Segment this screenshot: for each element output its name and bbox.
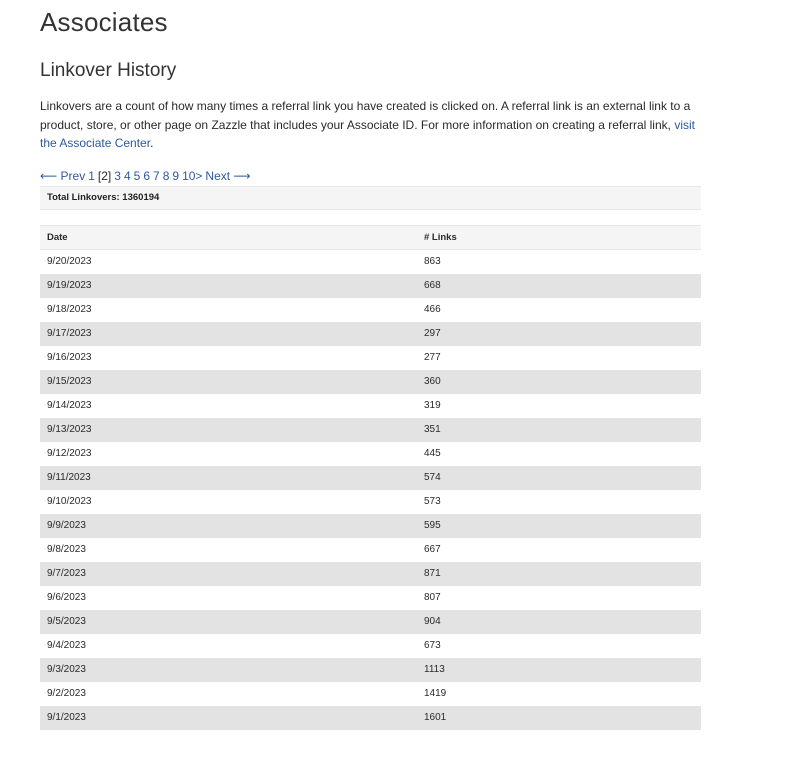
date-cell: 9/14/2023: [47, 400, 92, 411]
table-row: 9/2/2023 1419: [40, 682, 701, 706]
date-cell: 9/13/2023: [40, 417, 417, 442]
page-link-4[interactable]: 4: [124, 169, 131, 183]
links-cell: 297: [417, 321, 701, 346]
page-link-6[interactable]: 6: [143, 169, 150, 183]
table-row: 9/11/2023 574: [40, 465, 701, 490]
date-column-header: Date: [40, 225, 417, 250]
links-cell: 1113: [417, 657, 701, 682]
page-link-3[interactable]: 3: [114, 169, 121, 183]
links-cell: 667: [424, 544, 441, 555]
table-row: 9/19/2023 668: [40, 273, 701, 298]
table-row: 9/14/2023 319: [40, 394, 701, 418]
intro-text: Linkovers are a count of how many times …: [40, 97, 705, 153]
total-linkovers-box: Total Linkovers: 1360194: [40, 186, 701, 210]
links-column-header: # Links: [417, 225, 701, 250]
date-cell: 9/11/2023: [40, 465, 417, 490]
links-cell: 277: [424, 352, 441, 363]
section-title: Linkover History: [40, 60, 177, 81]
date-cell: 9/9/2023: [40, 513, 417, 538]
date-cell: 9/3/2023: [40, 657, 417, 682]
pagination: ⟵ Prev 1 [2] 3 4 5 6 7 8 9 10> Next ⟶: [40, 168, 254, 184]
date-cell: 9/17/2023: [40, 321, 417, 346]
page-link-7[interactable]: 7: [153, 169, 160, 183]
date-cell: 9/8/2023: [47, 544, 86, 555]
links-cell: 904: [417, 609, 701, 634]
date-cell: 9/5/2023: [40, 609, 417, 634]
date-cell: 9/16/2023: [47, 352, 92, 363]
date-cell: 9/15/2023: [40, 369, 417, 394]
date-cell: 9/10/2023: [47, 496, 92, 507]
page-title: Associates: [40, 7, 168, 37]
links-cell: 319: [424, 400, 441, 411]
table-row: 9/7/2023 871: [40, 561, 701, 586]
table-header-row: Date # Links: [40, 225, 701, 250]
linkover-table: Date # Links 9/20/2023 863 9/19/2023 668 9/1…: [40, 225, 701, 730]
links-cell: 351: [417, 417, 701, 442]
date-cell: 9/20/2023: [47, 256, 92, 268]
links-cell: 1601: [417, 705, 701, 730]
total-linkovers: Total Linkovers: 1360194: [47, 192, 160, 203]
date-cell: 9/1/2023: [40, 705, 417, 730]
current-page: [2]: [97, 169, 112, 183]
table-row: 9/10/2023 573: [40, 490, 701, 514]
page-link-1[interactable]: 1: [88, 169, 95, 183]
links-cell: 871: [417, 561, 701, 586]
table-row: 9/15/2023 360: [40, 369, 701, 394]
prev-page-link[interactable]: ⟵ Prev: [40, 169, 85, 183]
date-cell: 9/19/2023: [40, 273, 417, 298]
date-cell: 9/12/2023: [47, 448, 92, 459]
table-row: 9/5/2023 904: [40, 609, 701, 634]
date-cell: 9/7/2023: [40, 561, 417, 586]
table-row: 9/12/2023 445: [40, 442, 701, 466]
next-page-link[interactable]: Next ⟶: [205, 169, 250, 183]
links-cell: 668: [417, 273, 701, 298]
table-row: 9/3/2023 1113: [40, 657, 701, 682]
links-cell: 445: [424, 448, 441, 459]
links-cell: 574: [417, 465, 701, 490]
links-cell: 673: [424, 640, 441, 651]
table-row: 9/16/2023 277: [40, 346, 701, 370]
table-row: 9/8/2023 667: [40, 538, 701, 562]
table-row: 9/9/2023 595: [40, 513, 701, 538]
page-link-5[interactable]: 5: [134, 169, 141, 183]
links-cell: 807: [424, 592, 441, 603]
table-row: 9/20/2023 863: [40, 250, 701, 274]
date-cell: 9/18/2023: [47, 304, 92, 315]
links-cell: 1419: [424, 688, 447, 699]
intro-body: Linkovers are a count of how many times …: [40, 99, 691, 132]
links-cell: 360: [417, 369, 701, 394]
page-link-10[interactable]: 10>: [182, 169, 202, 183]
links-cell: 466: [424, 304, 441, 315]
date-cell: 9/4/2023: [47, 640, 86, 651]
intro-end: .: [150, 136, 154, 151]
links-cell: 573: [424, 496, 441, 507]
table-row: 9/1/2023 1601: [40, 705, 701, 730]
table-row: 9/6/2023 807: [40, 586, 701, 610]
table-row: 9/4/2023 673: [40, 634, 701, 658]
table-row: 9/17/2023 297: [40, 321, 701, 346]
table-row: 9/18/2023 466: [40, 298, 701, 322]
links-cell: 863: [424, 256, 441, 268]
date-cell: 9/2/2023: [47, 688, 86, 699]
table-body: 9/20/2023 863 9/19/2023 668 9/18/2023 466 9/17…: [40, 250, 701, 730]
table-row: 9/13/2023 351: [40, 417, 701, 442]
page-link-9[interactable]: 9: [172, 169, 179, 183]
links-cell: 595: [417, 513, 701, 538]
page-link-8[interactable]: 8: [163, 169, 170, 183]
date-cell: 9/6/2023: [47, 592, 86, 603]
